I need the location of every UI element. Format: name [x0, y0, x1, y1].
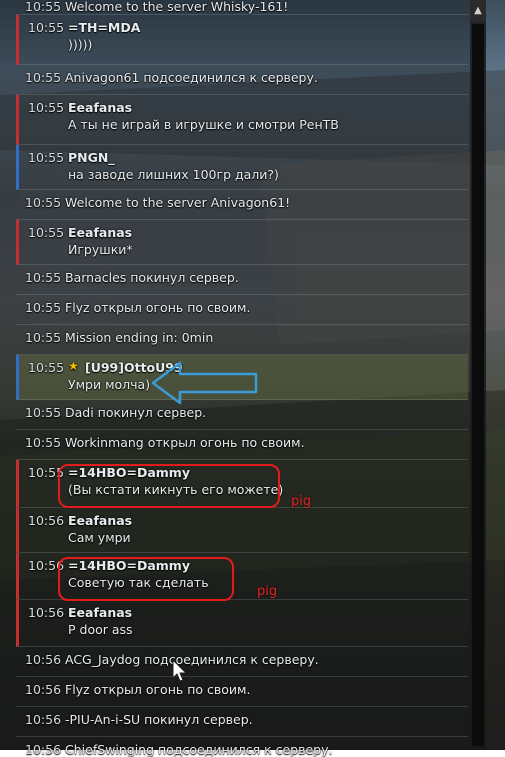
chevron-up-icon[interactable]: ▲: [470, 0, 486, 22]
chat-message: 10:55 Mission ending in: 0min: [16, 325, 468, 355]
message-time: 10:56: [25, 682, 62, 697]
message-text: ))))): [68, 37, 93, 52]
message-text: А ты не играй в игрушке и смотри РенТВ: [68, 117, 339, 132]
chat-message: 10:55 PNGN_ на заводе лишних 100гр дали?…: [16, 145, 468, 190]
message-text: Сам умри: [68, 530, 131, 545]
message-sender: Eeafanas: [68, 605, 133, 620]
annotation-red-box: [58, 464, 280, 508]
message-text: Barnacles покинул сервер.: [65, 270, 239, 285]
message-time: 10:56: [28, 605, 65, 620]
chat-message: 10:55 Welcome to the server Whisky-161!: [16, 0, 468, 15]
chat-message: 10:55 =TH=MDA ))))): [16, 15, 468, 65]
chat-message: 10:56 ChiefSwinging подсоединился к серв…: [16, 737, 468, 757]
message-text: P door ass: [68, 622, 133, 637]
chat-message: 10:56 Flyz открыл огонь по своим.: [16, 677, 468, 707]
chat-message: 10:56 ACG_Jaydog подсоединился к серверу…: [16, 647, 468, 677]
message-text: на заводе лишних 100гр дали?): [68, 167, 279, 182]
message-text: Игрушки*: [68, 242, 133, 257]
message-text: -PIU-An-i-SU покинул сервер.: [65, 712, 253, 727]
mouse-cursor-icon: [172, 659, 188, 682]
chat-message: 10:55 Workinmang открыл огонь по своим.: [16, 430, 468, 460]
message-time: 10:55: [25, 195, 62, 210]
annotation-red-box: [58, 557, 234, 601]
message-text: Workinmang открыл огонь по своим.: [65, 435, 305, 450]
chat-scrollbar[interactable]: ▲: [470, 0, 486, 750]
message-sender: PNGN_: [68, 150, 115, 165]
chat-message: 10:55 Flyz открыл огонь по своим.: [16, 295, 468, 325]
message-text: Welcome to the server Whisky-161!: [65, 0, 289, 14]
message-time: 10:55: [25, 70, 62, 85]
message-text: Flyz открыл огонь по своим.: [65, 300, 251, 315]
chat-message: 10:56 -PIU-An-i-SU покинул сервер.: [16, 707, 468, 737]
message-time: 10:56: [28, 513, 65, 528]
message-text: Mission ending in: 0min: [65, 330, 214, 345]
message-time: 10:55: [28, 100, 65, 115]
message-text: Flyz открыл огонь по своим.: [65, 682, 251, 697]
chat-message: 10:55 Eeafanas А ты не играй в игрушке и…: [16, 95, 468, 145]
annotation-label: pig: [257, 584, 278, 599]
message-time: 10:55: [25, 0, 62, 14]
message-time: 10:56: [25, 652, 62, 667]
arrow-left-icon: [151, 361, 258, 405]
message-text: Dadi покинул сервер.: [65, 405, 207, 420]
message-sender: =TH=MDA: [68, 20, 141, 35]
chat-message: 10:55 Eeafanas Игрушки*: [16, 220, 468, 265]
chat-message: 10:55 Welcome to the server Anivagon61!: [16, 190, 468, 220]
message-time: 10:55: [25, 300, 62, 315]
message-time: 10:55: [28, 150, 65, 165]
message-time: 10:55: [28, 360, 65, 375]
message-text: ACG_Jaydog подсоединился к серверу.: [65, 652, 319, 667]
annotation-label: pig: [291, 494, 312, 509]
chat-message: 10:56 Eeafanas P door ass: [16, 600, 468, 647]
message-time: 10:55: [25, 330, 62, 345]
message-time: 10:56: [25, 712, 62, 727]
message-time: 10:55: [28, 225, 65, 240]
chat-message: 10:55 Barnacles покинул сервер.: [16, 265, 468, 295]
message-time: 10:55: [25, 435, 62, 450]
message-text: Welcome to the server Anivagon61!: [65, 195, 291, 210]
message-sender: Eeafanas: [68, 225, 133, 240]
message-sender: Eeafanas: [68, 513, 133, 528]
message-text: Anivagon61 подсоединился к серверу.: [65, 70, 318, 85]
message-time: 10:55: [28, 20, 65, 35]
chat-message: 10:56 Eeafanas Сам умри: [16, 508, 468, 553]
message-time: 10:55: [25, 405, 62, 420]
scrollbar-thumb[interactable]: [472, 24, 484, 746]
chat-message: 10:55 Anivagon61 подсоединился к серверу…: [16, 65, 468, 95]
message-sender: Eeafanas: [68, 100, 133, 115]
star-icon: ★: [68, 359, 79, 373]
message-time: 10:55: [25, 270, 62, 285]
message-text: Умри молча): [68, 377, 151, 392]
